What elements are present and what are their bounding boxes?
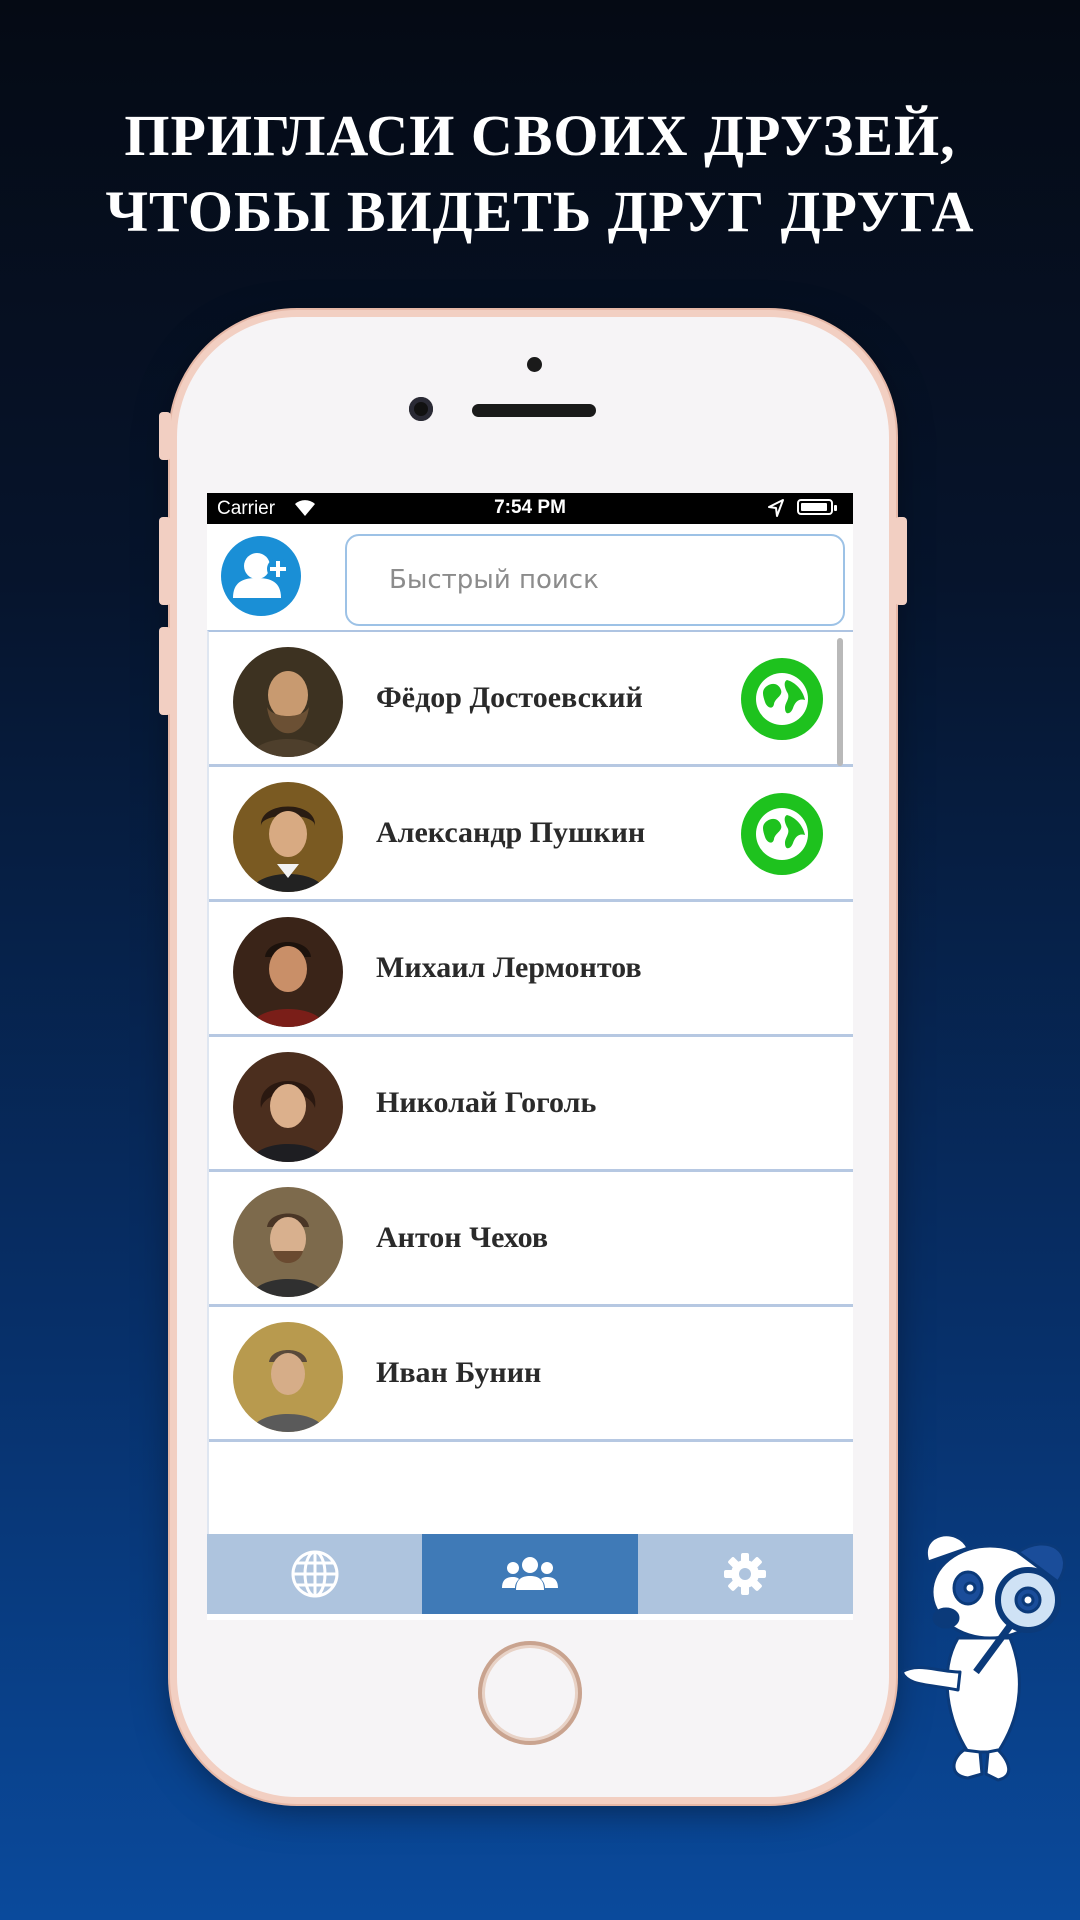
add-user-icon — [233, 553, 289, 598]
mute-switch — [159, 412, 171, 460]
tab-settings[interactable] — [637, 1534, 853, 1614]
app-screen: Carrier 7:54 PM Быстрый поиск Фёдор Дост… — [207, 493, 853, 1620]
friend-name: Михаил Лермонтов — [376, 951, 642, 984]
home-button[interactable] — [478, 1641, 582, 1745]
friend-avatar — [233, 1322, 343, 1432]
tab-friends[interactable] — [422, 1534, 638, 1614]
search-box[interactable] — [345, 534, 845, 626]
friend-avatar — [233, 1187, 343, 1297]
battery-icon — [797, 499, 837, 515]
list-scrollbar[interactable] — [837, 638, 843, 766]
online-status-badge — [741, 793, 823, 875]
globe-icon — [756, 808, 808, 860]
headline-line-2: ЧТОБЫ ВИДЕТЬ ДРУГ ДРУГА — [105, 179, 975, 244]
headline-line-1: ПРИГЛАСИ СВОИХ ДРУЗЕЙ, — [124, 103, 956, 168]
top-bar — [207, 524, 853, 628]
proximity-sensor — [527, 357, 542, 372]
friend-name: Фёдор Достоевский — [376, 681, 643, 714]
location-arrow-icon — [768, 499, 784, 517]
search-input[interactable] — [387, 564, 831, 596]
friend-name: Иван Бунин — [376, 1356, 542, 1389]
friend-name: Антон Чехов — [376, 1221, 549, 1254]
friend-row[interactable]: Александр Пушкин — [209, 767, 853, 902]
gear-icon — [724, 1553, 767, 1595]
volume-down-button — [159, 627, 171, 715]
globe-icon — [756, 673, 808, 725]
add-friend-button[interactable] — [221, 536, 301, 616]
front-camera — [409, 397, 433, 421]
friend-avatar — [233, 1052, 343, 1162]
friend-row[interactable]: Михаил Лермонтов — [209, 902, 853, 1037]
status-time: 7:54 PM — [494, 497, 566, 518]
friend-row[interactable]: Антон Чехов — [209, 1172, 853, 1307]
friend-name: Александр Пушкин — [376, 816, 646, 849]
friend-row[interactable]: Фёдор Достоевский — [209, 632, 853, 767]
promo-headline: ПРИГЛАСИ СВОИХ ДРУЗЕЙ, ЧТОБЫ ВИДЕТЬ ДРУГ… — [0, 98, 1080, 250]
friend-avatar — [233, 782, 343, 892]
friend-avatar — [233, 647, 343, 757]
friends-icon — [501, 1557, 558, 1590]
earpiece-speaker — [472, 404, 596, 417]
dog-detective-mascot-logo — [900, 1533, 1066, 1782]
online-status-badge — [741, 658, 823, 740]
power-button — [895, 517, 907, 605]
globe-icon — [291, 1550, 339, 1598]
friend-avatar — [233, 917, 343, 1027]
friend-row[interactable]: Иван Бунин — [209, 1307, 853, 1442]
tab-map[interactable] — [207, 1534, 423, 1614]
volume-up-button — [159, 517, 171, 605]
friend-row[interactable]: Николай Гоголь — [209, 1037, 853, 1172]
status-bar: Carrier 7:54 PM — [207, 493, 853, 524]
friends-list: Фёдор Достоевский Александр Пушкин Михаи… — [207, 630, 853, 1534]
friend-name: Николай Гоголь — [376, 1086, 597, 1119]
tab-bar — [207, 1534, 853, 1614]
